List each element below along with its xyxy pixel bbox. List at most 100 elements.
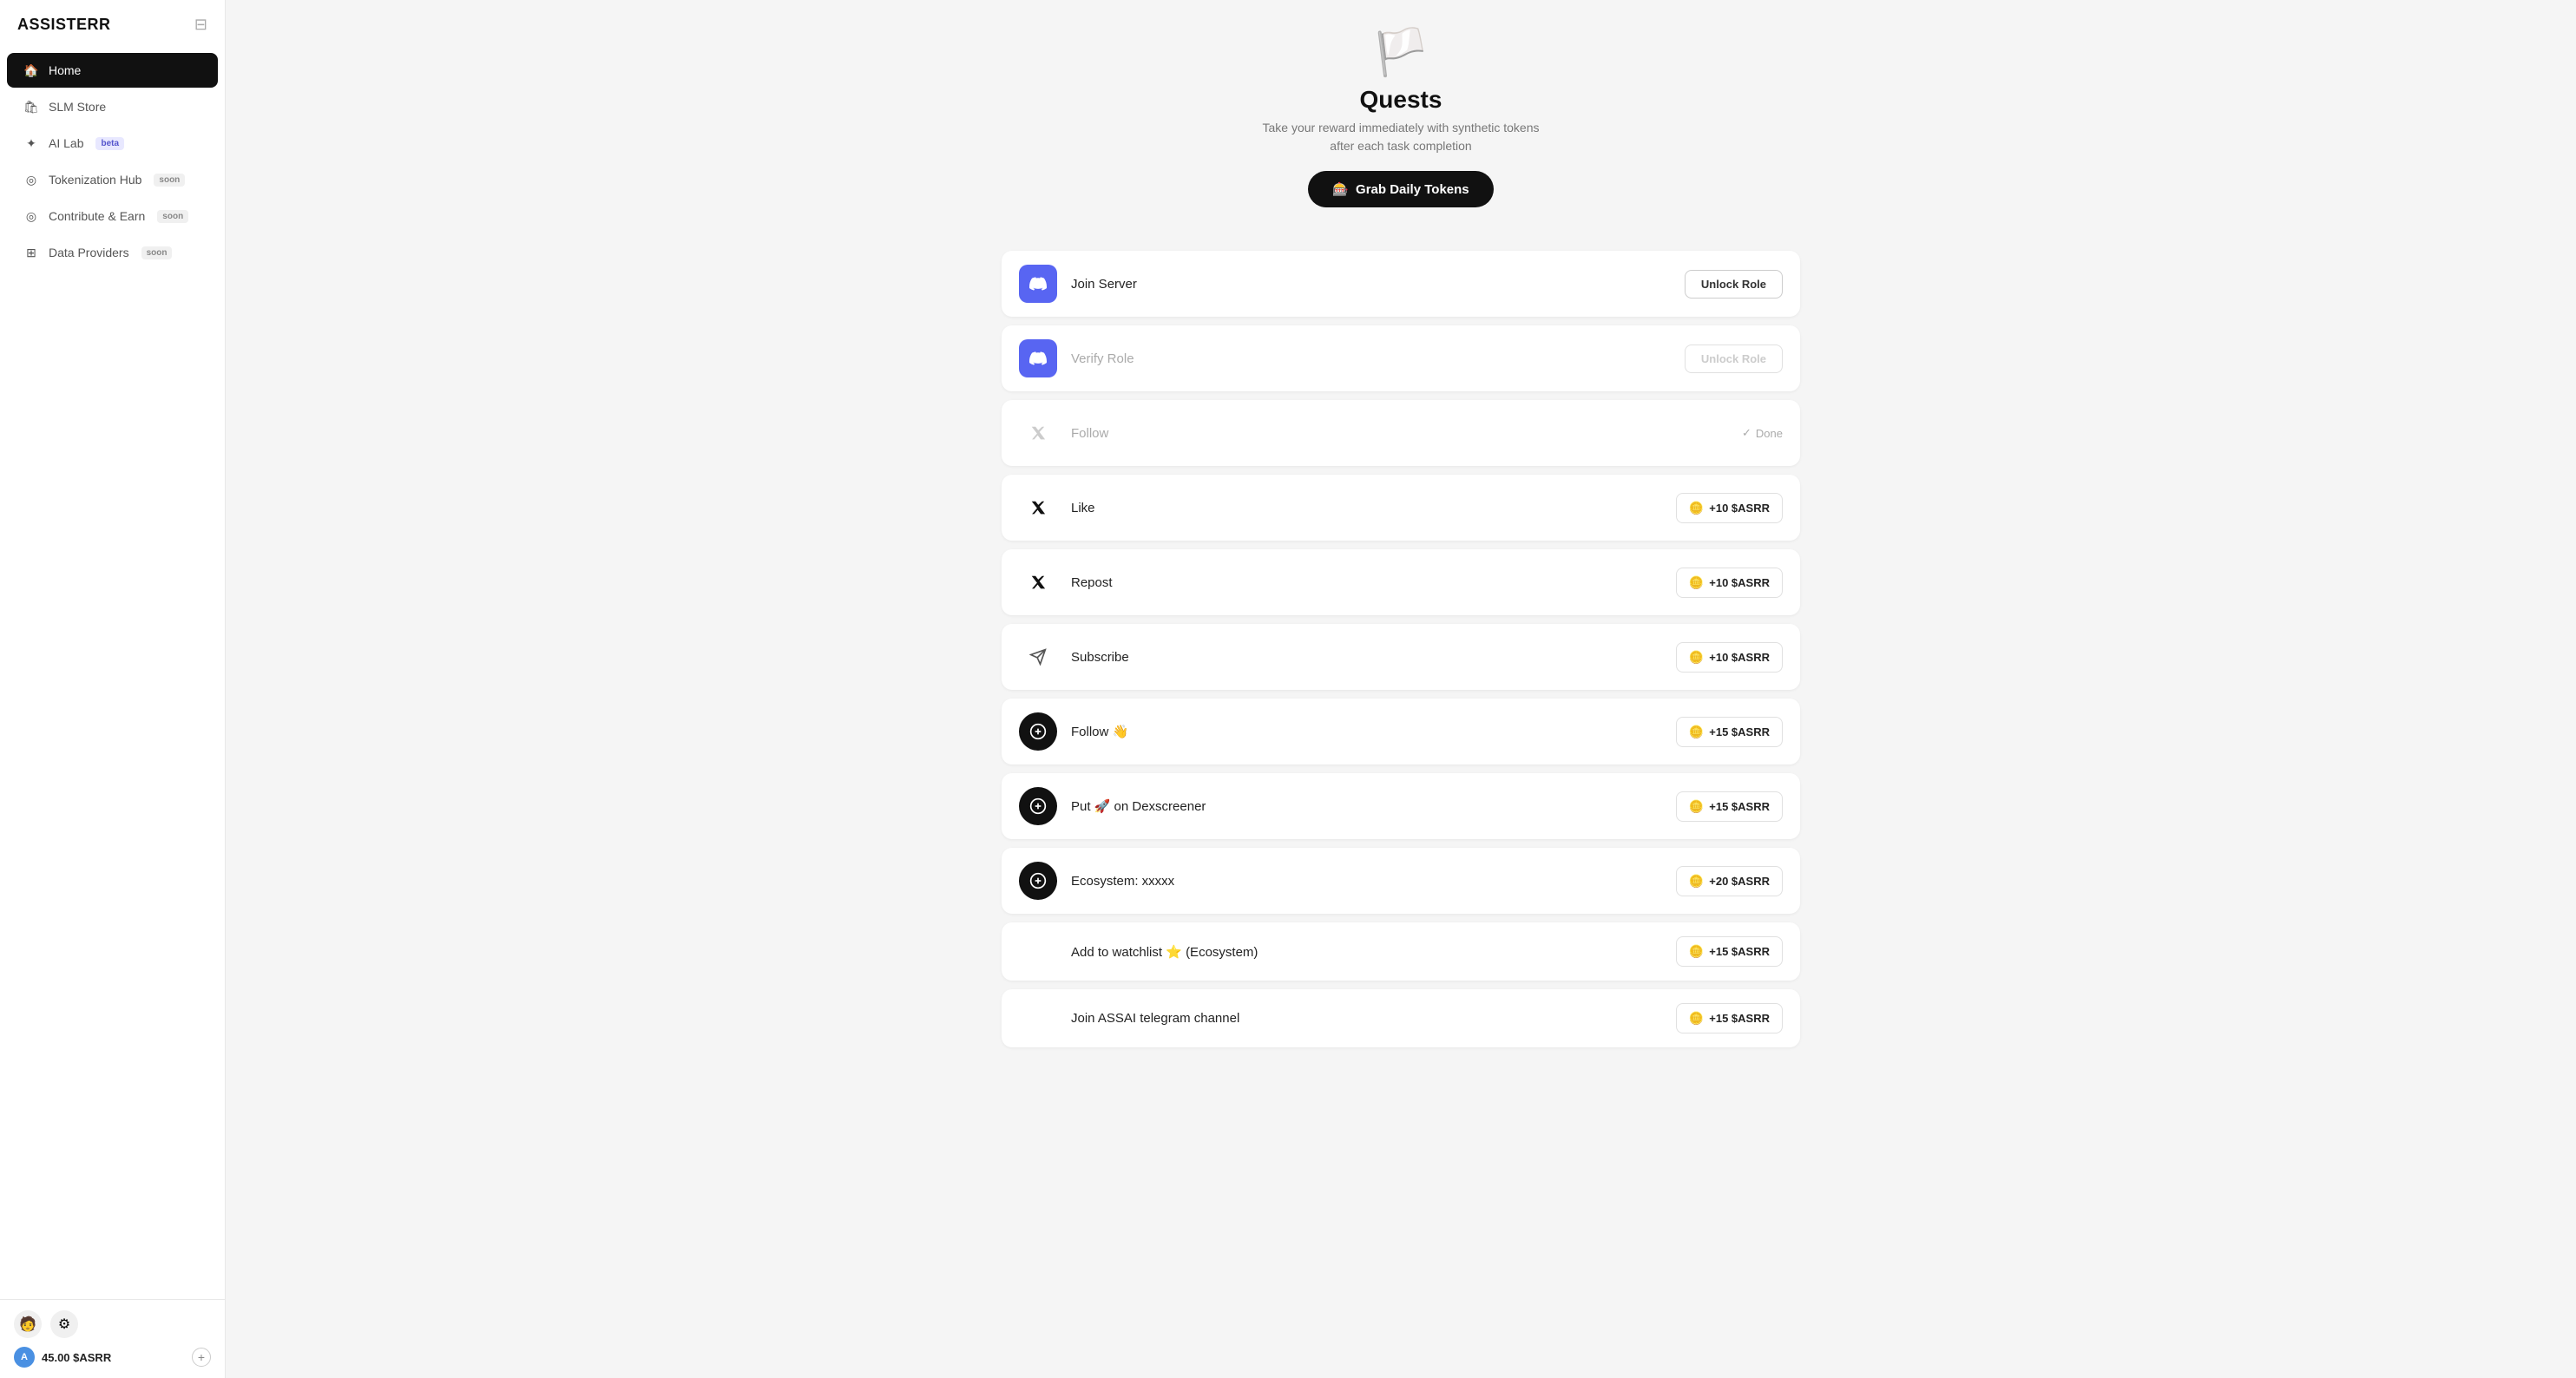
sidebar-item-contribute-earn[interactable]: ◎ Contribute & Earn soon [7,199,218,233]
quest-label-subscribe: Subscribe [1071,650,1676,665]
badge-ai-lab: beta [95,137,124,150]
quest-action-join-telegram: 🪙 +15 $ASRR [1676,1003,1783,1034]
quest-item-repost-x: Repost 🪙 +10 $ASRR [1002,549,1800,615]
quest-icon-put-dexscreener [1019,787,1057,825]
flag-icon: 🏳️ [1373,26,1429,79]
reward-button-follow-emoji[interactable]: 🪙 +15 $ASRR [1676,717,1783,747]
nav-label-contribute-earn: Contribute & Earn [49,209,145,223]
quest-label-verify-role: Verify Role [1071,351,1685,366]
quest-action-like-x: 🪙 +10 $ASRR [1676,493,1783,523]
reward-icon-subscribe: 🪙 [1689,650,1704,665]
nav-icon-data-providers: ⊞ [23,244,40,261]
quest-label-put-dexscreener: Put 🚀 on Dexscreener [1071,798,1676,814]
wallet-info: A 45.00 $ASRR + [14,1347,211,1368]
nav-label-home: Home [49,63,81,77]
sidebar-footer: 🧑 ⚙ A 45.00 $ASRR + [0,1299,225,1378]
done-status-follow-x: ✓Done [1742,426,1783,440]
reward-button-repost-x[interactable]: 🪙 +10 $ASRR [1676,568,1783,598]
unlock-role-button-join-server[interactable]: Unlock Role [1685,270,1783,299]
reward-amount-repost-x: +10 $ASRR [1709,576,1770,589]
quest-icon-verify-role [1019,339,1057,377]
quest-action-ecosystem: 🪙 +20 $ASRR [1676,866,1783,896]
quest-icon-follow-emoji [1019,712,1057,751]
quest-action-put-dexscreener: 🪙 +15 $ASRR [1676,791,1783,822]
quest-item-follow-x: Follow ✓Done [1002,400,1800,466]
quest-item-put-dexscreener: Put 🚀 on Dexscreener 🪙 +15 $ASRR [1002,773,1800,839]
quest-action-verify-role: Unlock Role [1685,344,1783,373]
quest-icon-ecosystem [1019,862,1057,900]
reward-amount-subscribe: +10 $ASRR [1709,651,1770,664]
settings-icon[interactable]: ⚙ [50,1310,78,1338]
badge-data-providers: soon [141,246,173,259]
nav-icon-tokenization-hub: ◎ [23,171,40,188]
nav-label-slm-store: SLM Store [49,100,106,114]
reward-button-add-watchlist[interactable]: 🪙 +15 $ASRR [1676,936,1783,967]
reward-button-subscribe[interactable]: 🪙 +10 $ASRR [1676,642,1783,673]
wallet-balance: 45.00 $ASRR [42,1351,111,1364]
quest-label-repost-x: Repost [1071,575,1676,590]
quest-icon-follow-x [1019,414,1057,452]
wallet-add-button[interactable]: + [192,1348,211,1367]
quest-action-subscribe: 🪙 +10 $ASRR [1676,642,1783,673]
badge-contribute-earn: soon [157,210,188,223]
footer-icons: 🧑 ⚙ [14,1310,211,1338]
quest-label-ecosystem: Ecosystem: xxxxx [1071,874,1676,889]
reward-icon-ecosystem: 🪙 [1689,874,1704,889]
unlock-role-muted-button-verify-role[interactable]: Unlock Role [1685,344,1783,373]
reward-icon-add-watchlist: 🪙 [1689,944,1704,959]
quest-label-join-server: Join Server [1071,277,1685,292]
sidebar-item-tokenization-hub[interactable]: ◎ Tokenization Hub soon [7,162,218,197]
quest-label-follow-emoji: Follow 👋 [1071,724,1676,739]
nav-label-tokenization-hub: Tokenization Hub [49,173,141,187]
quest-icon-like-x [1019,489,1057,527]
quest-icon-join-server [1019,265,1057,303]
quest-action-add-watchlist: 🪙 +15 $ASRR [1676,936,1783,967]
quests-title: Quests [1360,86,1442,114]
quest-item-verify-role: Verify Role Unlock Role [1002,325,1800,391]
nav-icon-home: 🏠 [23,62,40,79]
sidebar: ASSISTERR ⊟ 🏠 Home 🛍 SLM Store ✦ AI Lab … [0,0,226,1378]
sidebar-toggle-icon[interactable]: ⊟ [194,16,207,34]
reward-button-put-dexscreener[interactable]: 🪙 +15 $ASRR [1676,791,1783,822]
quest-action-repost-x: 🪙 +10 $ASRR [1676,568,1783,598]
quest-label-join-telegram: Join ASSAI telegram channel [1071,1011,1676,1026]
nav-label-ai-lab: AI Lab [49,136,83,150]
reward-button-join-telegram[interactable]: 🪙 +15 $ASRR [1676,1003,1783,1034]
quest-label-add-watchlist: Add to watchlist ⭐ (Ecosystem) [1071,944,1676,960]
quest-item-follow-emoji: Follow 👋 🪙 +15 $ASRR [1002,699,1800,764]
sidebar-item-home[interactable]: 🏠 Home [7,53,218,88]
quest-list: Join Server Unlock Role Verify Role Unlo… [984,251,1817,1091]
grab-btn-icon: 🎰 [1332,181,1349,197]
grab-btn-label: Grab Daily Tokens [1356,182,1469,197]
reward-icon-repost-x: 🪙 [1689,575,1704,590]
badge-tokenization-hub: soon [154,174,185,187]
nav-icon-contribute-earn: ◎ [23,207,40,225]
main-content: 🏳️ Quests Take your reward immediately w… [226,0,2576,1378]
sidebar-item-data-providers[interactable]: ⊞ Data Providers soon [7,235,218,270]
nav-icon-ai-lab: ✦ [23,135,40,152]
reward-amount-put-dexscreener: +15 $ASRR [1709,800,1770,813]
wallet-avatar: A [14,1347,35,1368]
reward-icon-follow-emoji: 🪙 [1689,725,1704,739]
quest-action-join-server: Unlock Role [1685,270,1783,299]
reward-amount-like-x: +10 $ASRR [1709,502,1770,515]
nav-icon-slm-store: 🛍 [23,98,40,115]
quest-label-like-x: Like [1071,501,1676,515]
reward-button-like-x[interactable]: 🪙 +10 $ASRR [1676,493,1783,523]
quest-action-follow-x: ✓Done [1742,426,1783,440]
nav-label-data-providers: Data Providers [49,246,129,259]
quest-item-join-server: Join Server Unlock Role [1002,251,1800,317]
sidebar-item-slm-store[interactable]: 🛍 SLM Store [7,89,218,124]
quest-item-ecosystem: Ecosystem: xxxxx 🪙 +20 $ASRR [1002,848,1800,914]
sidebar-item-ai-lab[interactable]: ✦ AI Lab beta [7,126,218,161]
quest-item-like-x: Like 🪙 +10 $ASRR [1002,475,1800,541]
hero-section: 🏳️ Quests Take your reward immediately w… [226,0,2576,251]
reward-amount-follow-emoji: +15 $ASRR [1709,725,1770,738]
reward-amount-add-watchlist: +15 $ASRR [1709,945,1770,958]
grab-daily-tokens-button[interactable]: 🎰 Grab Daily Tokens [1308,171,1493,207]
reward-icon-put-dexscreener: 🪙 [1689,799,1704,814]
reward-icon-join-telegram: 🪙 [1689,1011,1704,1026]
quest-label-follow-x: Follow [1071,426,1742,441]
quest-item-join-telegram: Join ASSAI telegram channel 🪙 +15 $ASRR [1002,989,1800,1047]
reward-button-ecosystem[interactable]: 🪙 +20 $ASRR [1676,866,1783,896]
